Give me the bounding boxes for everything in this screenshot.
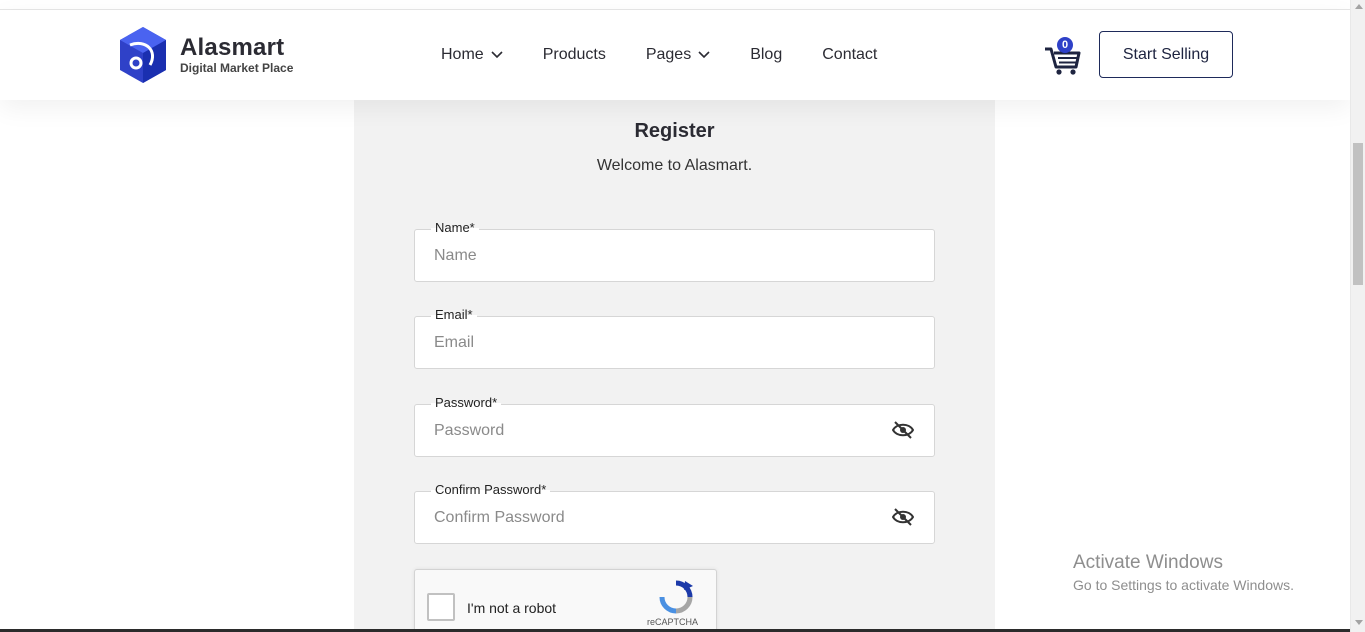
logo-hexagon-icon [120,27,166,83]
nav-item-products[interactable]: Products [543,46,606,64]
recaptcha-checkbox[interactable] [427,593,455,621]
site-header: Alasmart Digital Market Place Home Produ… [0,10,1350,100]
cart-count-badge: 0 [1057,37,1073,53]
recaptcha-widget: I'm not a robot reCAPTCHA [414,569,717,632]
nav-item-blog[interactable]: Blog [750,46,782,64]
confirm-password-field-label: Confirm Password* [431,482,551,498]
eye-slash-icon[interactable] [892,420,914,440]
vertical-scrollbar[interactable] [1350,0,1365,632]
name-field-label: Name* [431,220,479,236]
confirm-password-field-group: Confirm Password* [414,482,935,544]
main-nav: Home Products Pages Blog Contact [441,10,877,100]
chevron-down-icon [491,51,503,59]
chevron-down-icon [698,51,710,59]
register-card: Register Welcome to Alasmart. Name* Emai… [354,100,995,632]
email-input[interactable] [434,331,874,355]
recaptcha-brand: reCAPTCHA [647,617,699,627]
watermark-title: Activate Windows [1073,552,1223,573]
nav-item-label: Pages [645,46,692,63]
confirm-password-input[interactable] [434,506,874,530]
nav-item-label: Home [441,46,484,63]
logo-title: Alasmart [180,34,285,61]
nav-item-contact[interactable]: Contact [822,46,877,64]
recaptcha-logo-icon [659,580,693,614]
name-field-group: Name* [414,220,935,282]
logo[interactable]: Alasmart Digital Market Place [116,25,316,85]
cart-button[interactable]: 0 [1043,37,1083,77]
welcome-text: Welcome to Alasmart. [596,157,753,174]
start-selling-button[interactable]: Start Selling [1099,31,1233,78]
watermark-subtitle: Go to Settings to activate Windows. [1073,577,1294,593]
name-input[interactable] [434,244,874,268]
page-title: Register [634,120,715,142]
scroll-down-arrow-icon[interactable] [1355,620,1363,625]
password-input[interactable] [434,419,874,443]
password-field-group: Password* [414,395,935,457]
activate-windows-watermark: Activate Windows Go to Settings to activ… [1073,552,1294,595]
scroll-up-arrow-icon[interactable] [1355,4,1363,9]
nav-item-pages[interactable]: Pages [646,46,710,64]
page: Alasmart Digital Market Place Home Produ… [0,0,1365,632]
recaptcha-label: I'm not a robot [467,600,557,616]
eye-slash-icon[interactable] [892,507,914,527]
nav-item-label: Contact [822,46,878,63]
nav-item-label: Products [542,46,606,63]
top-strip [0,0,1350,10]
logo-subtitle: Digital Market Place [180,61,294,75]
nav-item-home[interactable]: Home [441,46,503,64]
email-field-group: Email* [414,307,935,369]
nav-item-label: Blog [750,46,783,63]
scroll-thumb[interactable] [1353,143,1363,285]
email-field-label: Email* [431,307,477,323]
password-field-label: Password* [431,395,502,411]
